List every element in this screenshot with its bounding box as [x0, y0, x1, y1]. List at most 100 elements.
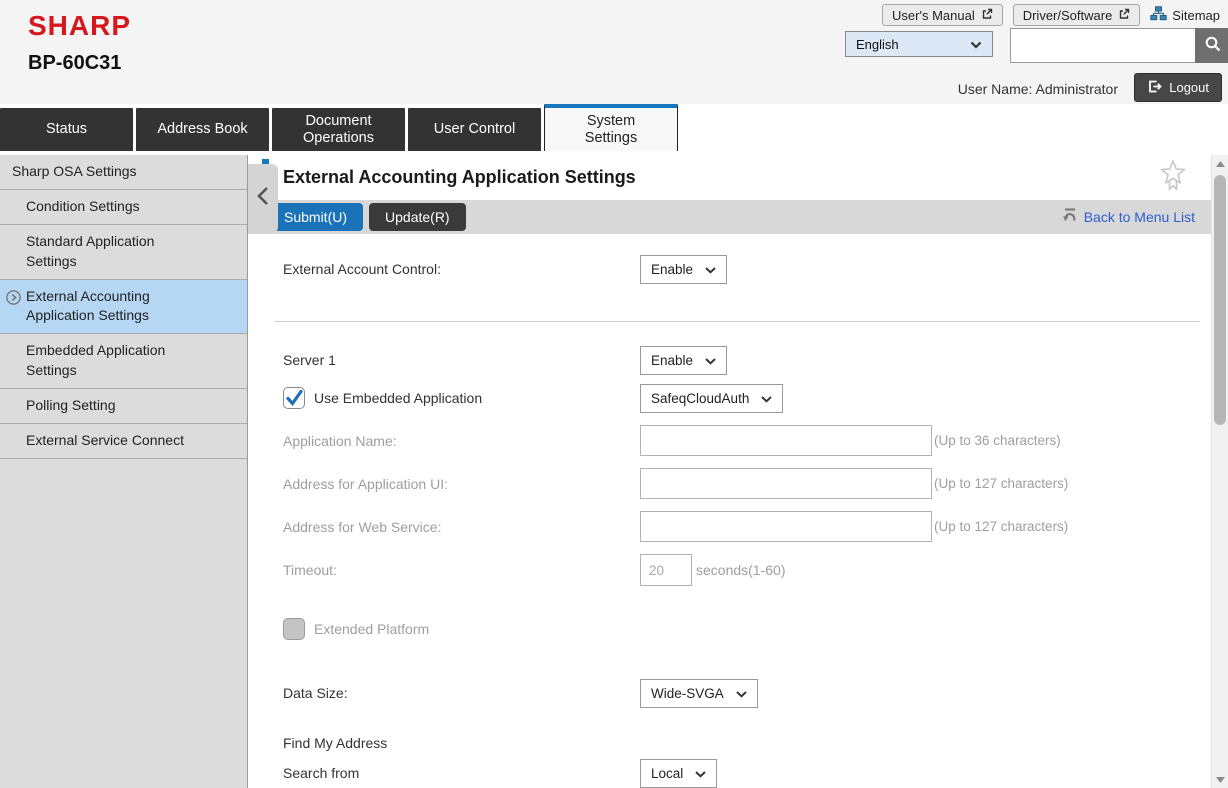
data-size-label: Data Size: — [283, 685, 640, 701]
sitemap-icon — [1150, 6, 1167, 24]
chevron-down-icon — [705, 262, 716, 277]
logout-button[interactable]: Logout — [1134, 73, 1222, 102]
section-divider — [275, 321, 1200, 322]
server1-value: Enable — [651, 353, 693, 368]
use-embedded-application-row: Use Embedded Application SafeqCloudAuth — [283, 383, 1211, 413]
sidebar-item-polling-setting[interactable]: Polling Setting — [0, 389, 247, 424]
address-for-web-service-input[interactable] — [640, 511, 932, 542]
external-account-control-value: Enable — [651, 262, 693, 277]
main-area: Sharp OSA Settings Condition Settings St… — [0, 151, 1228, 788]
application-name-row: Application Name: (Up to 36 characters) — [283, 425, 1211, 456]
language-select[interactable]: English — [845, 31, 993, 57]
back-to-menu-label: Back to Menu List — [1084, 209, 1195, 225]
page-title: External Accounting Application Settings — [283, 167, 636, 188]
logout-label: Logout — [1169, 80, 1209, 95]
tab-user-control[interactable]: User Control — [408, 108, 541, 151]
tab-system-settings-label: System Settings — [585, 113, 637, 146]
page: SHARP BP-60C31 User's Manual Driver/Soft… — [0, 0, 1228, 788]
find-my-address-row: Find My Address — [283, 734, 1211, 752]
submit-button[interactable]: Submit(U) — [268, 203, 363, 231]
search-input[interactable] — [1010, 28, 1195, 63]
timeout-row: Timeout: seconds(1-60) — [283, 554, 1211, 586]
server1-select[interactable]: Enable — [640, 346, 727, 375]
use-embedded-application-cell: Use Embedded Application — [283, 387, 640, 409]
tab-document-operations-label: Document Operations — [303, 113, 374, 146]
sidebar-item-embedded-application-settings[interactable]: Embedded Application Settings — [0, 334, 247, 389]
data-size-value: Wide-SVGA — [651, 686, 724, 701]
address-for-web-service-hint: (Up to 127 characters) — [934, 519, 1068, 534]
favorite-star-icon[interactable] — [1159, 159, 1187, 196]
server1-row: Server 1 Enable — [283, 345, 1211, 375]
sidebar-item-standard-application-settings[interactable]: Standard Application Settings — [0, 225, 247, 280]
back-to-menu-link[interactable]: Back to Menu List — [1061, 207, 1195, 227]
chevron-down-icon — [736, 686, 747, 701]
main-tabs: Status Address Book Document Operations … — [0, 104, 1228, 151]
top-links: User's Manual Driver/Software Sitemap — [882, 4, 1220, 26]
data-size-select[interactable]: Wide-SVGA — [640, 679, 758, 708]
users-manual-button[interactable]: User's Manual — [882, 4, 1003, 26]
external-account-control-select[interactable]: Enable — [640, 255, 727, 284]
application-name-input[interactable] — [640, 425, 932, 456]
search-from-value: Local — [651, 766, 683, 781]
sidebar-item-sharp-osa-settings[interactable]: Sharp OSA Settings — [0, 155, 247, 190]
scroll-down-arrow-icon[interactable] — [1212, 771, 1228, 788]
application-name-hint: (Up to 36 characters) — [934, 433, 1061, 448]
external-account-control-label: External Account Control: — [283, 261, 640, 277]
sharp-logo: SHARP — [28, 10, 131, 42]
search-from-select[interactable]: Local — [640, 759, 717, 788]
tab-address-book[interactable]: Address Book — [136, 108, 269, 151]
tab-system-settings[interactable]: System Settings — [544, 104, 678, 151]
sidebar-collapse-button[interactable] — [248, 164, 278, 233]
sidebar-item-external-service-connect[interactable]: External Service Connect — [0, 424, 247, 459]
embedded-application-value: SafeqCloudAuth — [651, 391, 749, 406]
scroll-up-arrow-icon[interactable] — [1212, 155, 1228, 172]
application-name-label: Application Name: — [283, 433, 640, 449]
extended-platform-cell: Extended Platform — [283, 618, 640, 640]
address-for-application-ui-label: Address for Application UI: — [283, 476, 640, 492]
circled-chevron-right-icon — [6, 290, 21, 311]
tab-document-operations[interactable]: Document Operations — [272, 108, 405, 151]
timeout-input[interactable] — [640, 554, 692, 586]
tab-user-control-label: User Control — [434, 121, 515, 138]
address-for-web-service-label: Address for Web Service: — [283, 519, 640, 535]
use-embedded-application-checkbox[interactable] — [283, 387, 305, 409]
search-icon — [1204, 35, 1222, 56]
extended-platform-checkbox — [283, 618, 305, 640]
embedded-application-select[interactable]: SafeqCloudAuth — [640, 384, 783, 413]
use-embedded-application-label: Use Embedded Application — [314, 390, 482, 406]
extended-platform-row: Extended Platform — [283, 614, 1211, 644]
chevron-down-icon — [970, 37, 982, 52]
title-bar: External Accounting Application Settings — [248, 155, 1211, 200]
address-for-application-ui-row: Address for Application UI: (Up to 127 c… — [283, 468, 1211, 499]
update-button[interactable]: Update(R) — [369, 203, 466, 231]
users-manual-label: User's Manual — [892, 8, 975, 23]
sidebar-item-external-accounting-application-settings[interactable]: External Accounting Application Settings — [0, 280, 247, 335]
header: SHARP BP-60C31 User's Manual Driver/Soft… — [0, 0, 1228, 104]
external-account-control-row: External Account Control: Enable — [283, 254, 1211, 284]
back-to-top-icon — [1061, 207, 1078, 227]
address-for-application-ui-input[interactable] — [640, 468, 932, 499]
search-button[interactable] — [1195, 28, 1228, 63]
address-for-application-ui-hint: (Up to 127 characters) — [934, 476, 1068, 491]
driver-software-label: Driver/Software — [1023, 8, 1113, 23]
sitemap-label: Sitemap — [1172, 8, 1220, 23]
external-link-icon — [981, 8, 993, 23]
model-name: BP-60C31 — [28, 52, 121, 75]
chevron-down-icon — [695, 766, 706, 781]
action-toolbar: Submit(U) Update(R) Back to Menu List — [248, 200, 1211, 234]
sidebar-item-condition-settings[interactable]: Condition Settings — [0, 190, 247, 225]
scrollbar-thumb[interactable] — [1214, 175, 1226, 425]
search-from-label: Search from — [283, 765, 640, 781]
chevron-left-icon — [257, 186, 269, 211]
language-selected: English — [856, 37, 899, 52]
tab-address-book-label: Address Book — [157, 121, 247, 138]
tab-status-label: Status — [46, 121, 87, 138]
sidebar-item-label: External Accounting Application Settings — [26, 288, 150, 324]
tab-status[interactable]: Status — [0, 108, 133, 151]
chevron-down-icon — [705, 353, 716, 368]
driver-software-button[interactable]: Driver/Software — [1013, 4, 1141, 26]
sitemap-link[interactable]: Sitemap — [1150, 6, 1220, 24]
user-name-label: User Name: Administrator — [958, 81, 1118, 97]
server1-label: Server 1 — [283, 352, 640, 368]
content-scrollbar[interactable] — [1211, 155, 1228, 788]
